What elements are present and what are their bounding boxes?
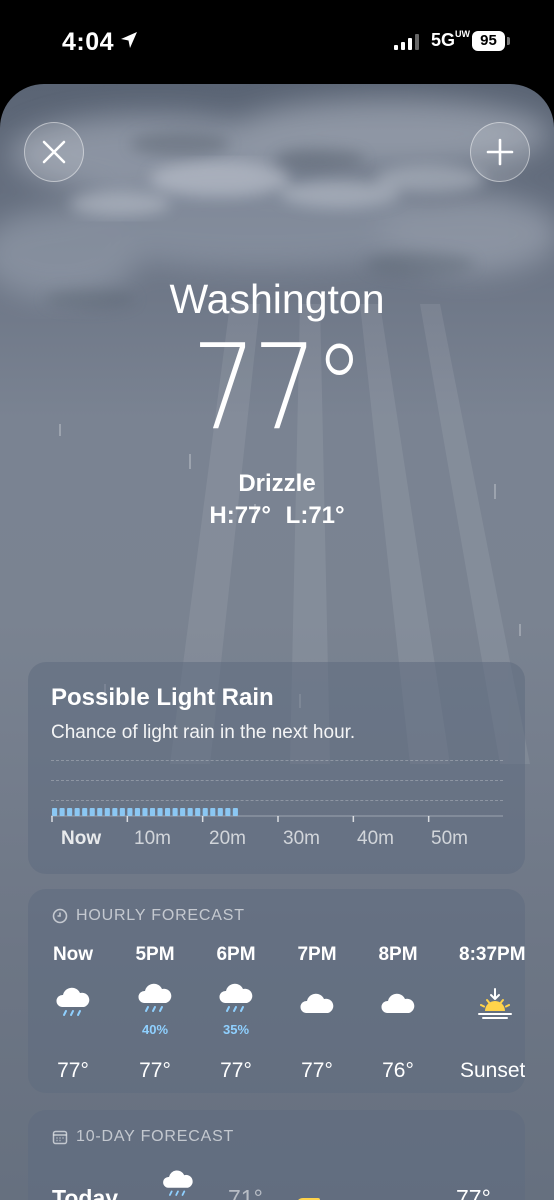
- hour-label: 6PM: [216, 944, 256, 965]
- city-name: Washington: [169, 276, 385, 322]
- minute-label: 10m: [134, 828, 171, 849]
- chart-gridline: [51, 760, 503, 761]
- hour-temperature: 76°: [382, 1059, 414, 1082]
- network-indicator: 5GUW: [431, 29, 471, 51]
- ten-day-forecast-card[interactable]: 10-DAY FORECAST Today 71° 77°: [28, 1110, 525, 1200]
- status-time: 4:04: [62, 28, 115, 56]
- hourly-item: 6PM 35% 77°: [198, 889, 274, 1093]
- network-badge: UW: [455, 29, 471, 39]
- minute-precipitation-chart: [51, 808, 503, 822]
- precipitation-bar: [134, 808, 140, 816]
- precipitation-chance: 40%: [141, 1022, 169, 1037]
- precipitation-bar: [142, 808, 148, 816]
- minute-label: 20m: [209, 828, 246, 849]
- precipitation-title: Possible Light Rain: [51, 684, 274, 711]
- current-temperature: 77°: [192, 318, 365, 456]
- precipitation-bar: [187, 808, 193, 816]
- precipitation-bar: [52, 808, 58, 816]
- precipitation-bar: [89, 808, 95, 816]
- precipitation-bar: [232, 808, 238, 816]
- sunset-icon: [478, 988, 512, 1019]
- hour-label: 5PM: [135, 944, 175, 965]
- calendar-icon: [52, 1130, 68, 1145]
- precipitation-bar: [82, 808, 88, 816]
- precipitation-card[interactable]: Possible Light Rain Chance of light rain…: [28, 662, 525, 874]
- precipitation-bar: [217, 808, 223, 816]
- battery-level: 95: [472, 31, 505, 51]
- hourly-item: 8:37PM Sunset: [453, 889, 525, 1093]
- ten-day-forecast-title: 10-DAY FORECAST: [76, 1128, 235, 1145]
- hour-temperature: 77°: [301, 1059, 333, 1082]
- minute-label: Now: [61, 828, 102, 849]
- hour-label: 8PM: [378, 944, 418, 965]
- rain-cloud-icon: [56, 987, 90, 1016]
- chart-gridline: [51, 800, 503, 801]
- hourly-forecast-card[interactable]: HOURLY FORECAST Now 77° 5PM 40% 77° 6PM: [28, 889, 525, 1093]
- cloud-icon: [381, 993, 415, 1013]
- rain-cloud-icon: [219, 983, 253, 1012]
- hour-temperature: 77°: [220, 1059, 252, 1082]
- precipitation-bar: [59, 808, 65, 816]
- precipitation-chance: 35%: [222, 1022, 250, 1037]
- cellular-signal-icon: [394, 34, 419, 50]
- rain-cloud-icon: [163, 1170, 193, 1196]
- precipitation-bar: [67, 808, 73, 816]
- precipitation-bar: [157, 808, 163, 816]
- precipitation-bar: [127, 808, 133, 816]
- hourly-item: Now 77°: [35, 889, 111, 1093]
- battery-cap-icon: [507, 37, 510, 45]
- precipitation-subtitle: Chance of light rain in the next hour.: [51, 722, 356, 743]
- precipitation-bar: [104, 808, 110, 816]
- minute-label: 40m: [357, 828, 394, 849]
- close-button[interactable]: [24, 122, 84, 182]
- location-arrow-icon: [121, 32, 137, 48]
- hour-label: 8:37PM: [459, 944, 525, 965]
- hour-label: Now: [52, 944, 94, 965]
- precipitation-bar: [180, 808, 186, 816]
- close-icon: [42, 140, 66, 164]
- hour-label: 7PM: [297, 944, 337, 965]
- hourly-item: 5PM 40% 77°: [117, 889, 193, 1093]
- status-bar: 4:04 5GUW 95: [0, 0, 554, 84]
- minute-label: 30m: [283, 828, 320, 849]
- precipitation-bar: [97, 808, 103, 816]
- precipitation-bar: [165, 808, 171, 816]
- precipitation-bar: [172, 808, 178, 816]
- precipitation-bar: [74, 808, 80, 816]
- precipitation-bar: [210, 808, 216, 816]
- add-location-button[interactable]: [470, 122, 530, 182]
- precipitation-bar: [202, 808, 208, 816]
- precipitation-bar: [225, 808, 231, 816]
- rain-cloud-icon: [138, 983, 172, 1012]
- weather-condition: Drizzle: [238, 470, 316, 497]
- forecast-low-temp: 71°: [228, 1185, 263, 1200]
- hour-temperature: 77°: [57, 1059, 89, 1082]
- chart-gridline: [51, 780, 503, 781]
- weather-sheet: Washington 77° Drizzle H:77° L:71° Possi…: [0, 84, 554, 1200]
- ten-day-forecast-header: 10-DAY FORECAST: [52, 1128, 234, 1146]
- hour-temperature: Sunset: [460, 1059, 525, 1082]
- plus-icon: [486, 138, 514, 166]
- precipitation-bar: [112, 808, 118, 816]
- cloud-icon: [300, 993, 334, 1013]
- precipitation-bar: [119, 808, 125, 816]
- precipitation-bar: [149, 808, 156, 816]
- forecast-high-temp: 77°: [456, 1185, 491, 1200]
- high-low-temperature: H:77° L:71°: [209, 502, 345, 529]
- hourly-item: 7PM 77°: [279, 889, 355, 1093]
- forecast-day-label: Today: [52, 1185, 119, 1200]
- hour-temperature: 77°: [139, 1059, 171, 1082]
- hourly-item: 8PM 76°: [360, 889, 436, 1093]
- minute-label: 50m: [431, 828, 468, 849]
- precipitation-bar: [195, 808, 201, 816]
